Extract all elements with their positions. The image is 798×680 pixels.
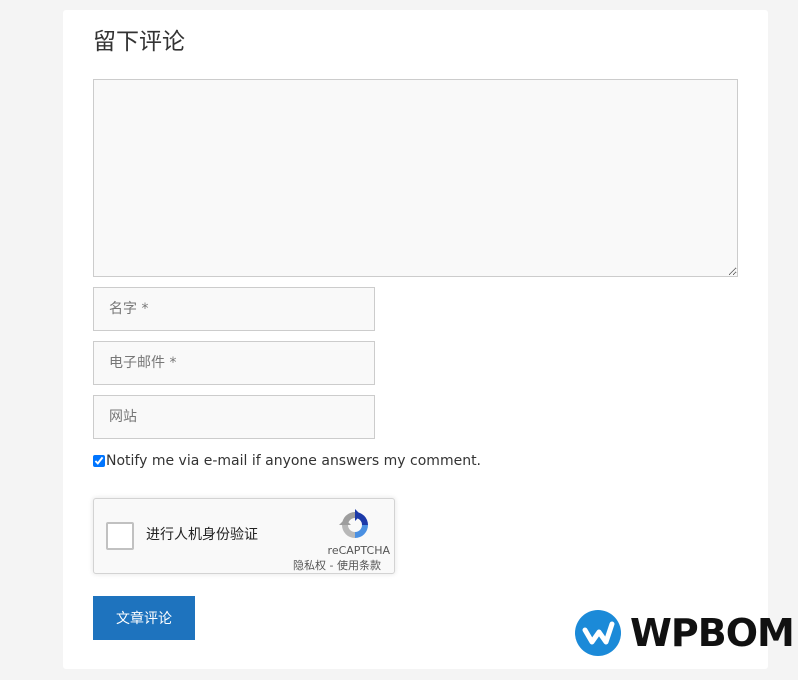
- recaptcha-terms-link[interactable]: 使用条款: [337, 559, 381, 572]
- recaptcha-brand: reCAPTCHA: [327, 544, 390, 557]
- wpbom-watermark: WPBOM: [575, 609, 795, 657]
- recaptcha-logo-icon: [339, 509, 368, 538]
- email-input[interactable]: [93, 341, 375, 385]
- recaptcha-links: 隐私权 - 使用条款: [293, 559, 381, 572]
- comment-textarea[interactable]: [93, 79, 738, 277]
- comment-form-title: 留下评论: [93, 29, 185, 55]
- comment-form-card: 留下评论 Notify me via e-mail if anyone answ…: [63, 10, 768, 669]
- recaptcha-link-separator: -: [326, 559, 337, 572]
- recaptcha-checkbox[interactable]: [106, 522, 134, 550]
- notify-option[interactable]: Notify me via e-mail if anyone answers m…: [93, 451, 481, 471]
- website-input[interactable]: [93, 395, 375, 439]
- notify-checkbox[interactable]: [93, 455, 105, 467]
- name-input[interactable]: [93, 287, 375, 331]
- wpbom-logo-icon: [575, 610, 621, 656]
- recaptcha-label: 进行人机身份验证: [146, 527, 258, 543]
- recaptcha-widget: 进行人机身份验证 reCAPTCHA 隐私权 - 使用条款: [93, 498, 395, 574]
- notify-label: Notify me via e-mail if anyone answers m…: [106, 453, 482, 469]
- submit-comment-button[interactable]: 文章评论: [93, 596, 195, 640]
- wpbom-watermark-text: WPBOM: [630, 611, 795, 655]
- recaptcha-privacy-link[interactable]: 隐私权: [293, 559, 326, 572]
